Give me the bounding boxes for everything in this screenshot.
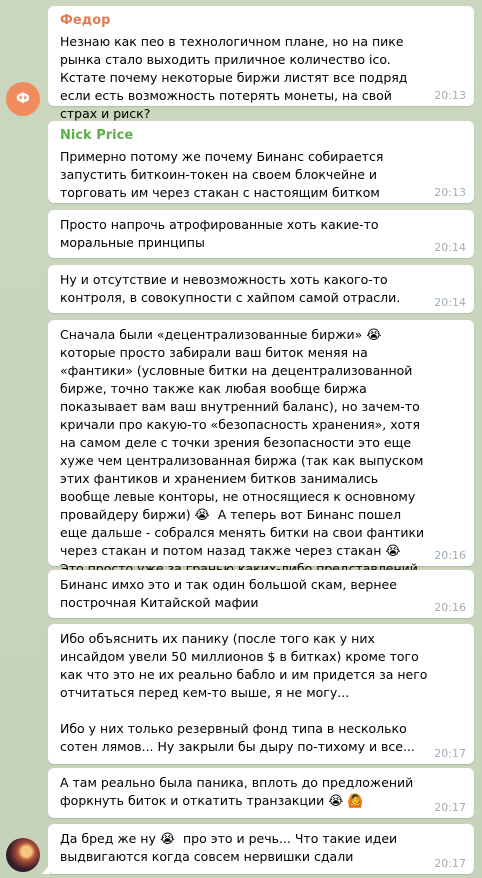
sender-name[interactable]: Nick Price	[60, 127, 464, 145]
message-bubble: Nick Price Примерно потому же почему Бин…	[48, 121, 474, 203]
message-text-part: Да бред же ну	[60, 831, 160, 846]
message-bubble: Ибо объяснить их панику (после того как …	[48, 624, 474, 764]
message-text-part: которые просто забирали ваш биток меняя …	[60, 327, 428, 522]
message-text: Да бред же ну 😭 про это и речь... Что та…	[60, 830, 464, 866]
message-bubble: А там реально была паника, вплоть до пре…	[48, 768, 474, 818]
message-text: Незнаю как пео в технологичном плане, но…	[60, 34, 412, 121]
facepalm-emoji-icon: 🙆	[347, 794, 364, 809]
message-time: 20:16	[434, 601, 466, 614]
bubble-tail	[42, 864, 50, 874]
avatar-letter: Ф	[16, 91, 30, 107]
message-time: 20:16	[434, 549, 466, 562]
crying-emoji-icon: 😭	[328, 794, 344, 809]
message-text: Ибо объяснить их панику (после того как …	[60, 631, 428, 754]
crying-emoji-icon: 😭	[194, 508, 210, 523]
message-time: 20:17	[434, 857, 466, 870]
message-time: 20:17	[434, 801, 466, 814]
avatar[interactable]: Ф	[6, 82, 40, 116]
message-text: Ну и отсутствие и невозможность хоть как…	[60, 272, 401, 305]
message-time: 20:13	[434, 89, 466, 102]
message-bubble: Федор Незнаю как пео в технологичном пла…	[48, 6, 474, 121]
message-bubble: Просто напрочь атрофированные хоть какие…	[48, 210, 474, 258]
message-text: Бинанс имхо это и так один большой скам,…	[60, 577, 401, 610]
message-time: 20:14	[434, 296, 466, 309]
crying-emoji-icon: 😭	[366, 328, 382, 343]
message-text: А там реально была паника, вплоть до пре…	[60, 774, 464, 810]
message-bubble: Сначала были «децентрализованные биржи» …	[48, 320, 474, 594]
avatar[interactable]	[6, 838, 40, 872]
message-text: Просто напрочь атрофированные хоть какие…	[60, 217, 383, 250]
message-time: 20:14	[434, 241, 466, 254]
crying-emoji-icon: 😭	[385, 544, 401, 559]
message-text: Примерно потому же почему Бинанс собирае…	[60, 149, 388, 200]
message-bubble: Да бред же ну 😭 про это и речь... Что та…	[42, 824, 474, 874]
message-text: Сначала были «децентрализованные биржи» …	[60, 326, 464, 596]
message-bubble: Бинанс имхо это и так один большой скам,…	[48, 570, 474, 618]
sender-name[interactable]: Федор	[60, 12, 464, 30]
message-bubble: Ну и отсутствие и невозможность хоть как…	[48, 265, 474, 313]
crying-emoji-icon: 😭	[159, 832, 176, 847]
message-time: 20:13	[434, 186, 466, 199]
message-time: 20:17	[434, 747, 466, 760]
message-text-part: Сначала были «децентрализованные биржи»	[60, 327, 367, 342]
